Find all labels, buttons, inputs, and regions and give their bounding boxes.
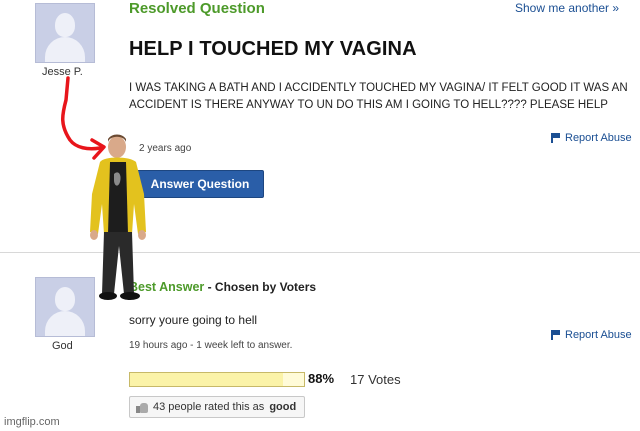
rating-button[interactable]: 43 people rated this as good (129, 396, 306, 418)
answer-question-button[interactable]: Answer Question (136, 170, 264, 198)
asker-avatar[interactable] (35, 3, 95, 63)
rating-count: 43 people rated this as (153, 401, 265, 413)
vote-count: 17 Votes (350, 372, 401, 387)
report-abuse-question[interactable]: Report Abuse (551, 132, 632, 144)
vote-bar (129, 372, 305, 387)
flag-icon (551, 330, 560, 340)
answer-text: sorry youre going to hell (129, 313, 258, 327)
show-another-link[interactable]: Show me another » (515, 1, 619, 15)
question-body: I WAS TAKING A BATH AND I ACCIDENTLY TOU… (129, 82, 628, 111)
question-title: HELP I TOUCHED MY VAGINA (129, 38, 417, 60)
answer-meta: 19 hours ago - 1 week left to answer. (129, 340, 293, 351)
answerer-name[interactable]: God (52, 340, 73, 352)
person-figure (90, 134, 146, 300)
report-abuse-label: Report Abuse (565, 329, 632, 341)
question-status: Resolved Question (129, 0, 265, 17)
flag-icon (551, 133, 560, 143)
chosen-by-label: - Chosen by Voters (204, 280, 317, 294)
rating-word: good (269, 401, 297, 413)
vote-bar-fill (130, 373, 284, 386)
thumbs-up-icon (136, 401, 148, 413)
report-abuse-label: Report Abuse (565, 132, 632, 144)
watermark: imgflip.com (4, 416, 60, 428)
report-abuse-answer[interactable]: Report Abuse (551, 329, 632, 341)
vote-percent: 88% (308, 371, 335, 386)
best-answer-heading: Best Answer - Chosen by Voters (129, 278, 316, 296)
